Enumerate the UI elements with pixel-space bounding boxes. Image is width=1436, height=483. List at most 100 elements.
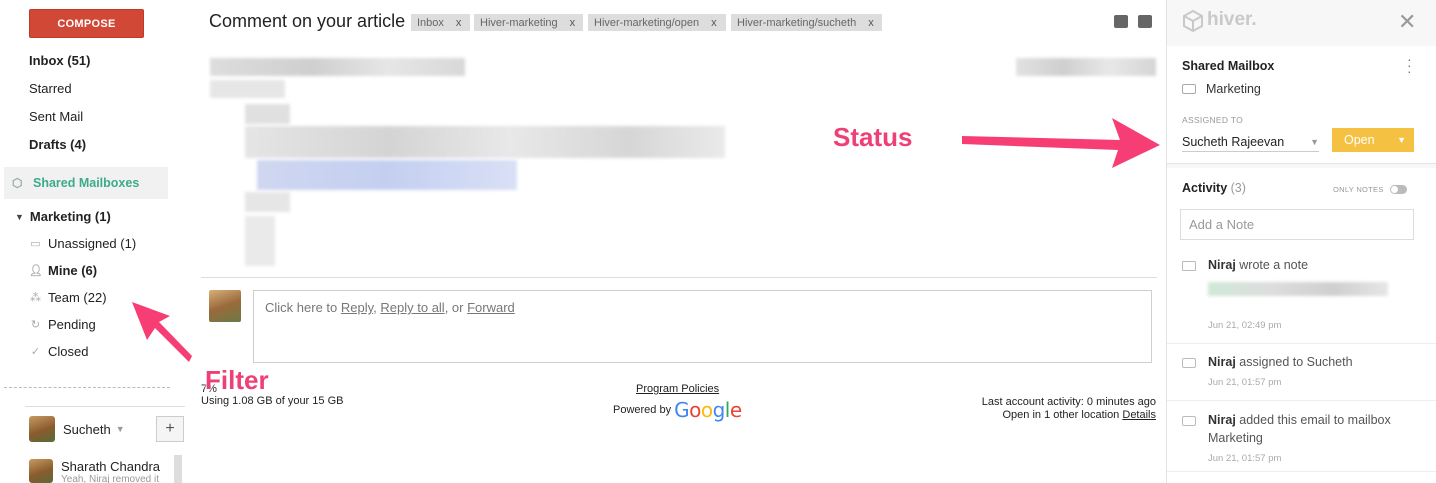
print-icon[interactable] <box>1114 15 1128 28</box>
activity-text: Niraj assigned to Sucheth <box>1208 353 1418 371</box>
chat-contact[interactable]: Sharath Chandra Yeah, Niraj removed it <box>29 459 160 483</box>
expand-triangle-icon[interactable]: ▼ <box>15 212 24 222</box>
reply-prompt: Click here to <box>265 300 341 315</box>
note-content-blurred <box>1208 282 1388 296</box>
shared-mailbox-card: Shared Mailbox · · · Marketing ASSIGNED TO… <box>1167 46 1436 164</box>
powered-by-text: Powered by <box>613 404 672 416</box>
label-chip-inbox[interactable]: Inbox x <box>411 14 470 31</box>
open-location-text: Open in 1 other location <box>1002 409 1120 421</box>
email-subject: Comment on your article <box>209 11 406 31</box>
powered-by-google: Powered by Google <box>613 398 742 422</box>
divider <box>4 387 170 388</box>
my-avatar <box>209 290 241 322</box>
assignee-name: Sucheth Rajeevan <box>1182 134 1285 149</box>
shared-mailbox-title: Shared Mailbox <box>1182 59 1275 73</box>
contact-name: Sharath Chandra <box>61 459 161 474</box>
activity-time: Jun 21, 01:57 pm <box>1208 377 1282 388</box>
forward-link[interactable]: Forward <box>467 300 515 315</box>
user-avatar <box>29 416 55 442</box>
activity-actor: Niraj <box>1208 413 1236 427</box>
hiver-header: hiver. ✕ <box>1167 0 1436 44</box>
activity-action: assigned to Sucheth <box>1235 355 1353 369</box>
remove-label-icon[interactable]: x <box>868 17 874 29</box>
status-label: Open <box>1344 133 1375 147</box>
label-chip-hiver-marketing-sucheth[interactable]: Hiver-marketing/sucheth x <box>731 14 882 31</box>
remove-label-icon[interactable]: x <box>570 17 576 29</box>
program-policies-link[interactable]: Program Policies <box>636 383 719 395</box>
left-navigation: COMPOSE Inbox (51) Starred Sent Mail Dra… <box>0 0 195 483</box>
new-chat-button[interactable]: + <box>156 416 184 442</box>
filter-closed[interactable]: ✓ Closed <box>29 344 89 359</box>
nav-drafts[interactable]: Drafts (4) <box>29 137 86 152</box>
filter-pending[interactable]: ↻ Pending <box>29 317 96 332</box>
label-chip-hiver-marketing[interactable]: Hiver-marketing x <box>474 14 583 31</box>
activity-count: (3) <box>1230 181 1246 195</box>
label-chip-hiver-marketing-open[interactable]: Hiver-marketing/open x <box>588 14 726 31</box>
activity-section: Activity (3) ONLY NOTES Add a Note Niraj… <box>1167 168 1436 483</box>
add-note-input[interactable]: Add a Note <box>1180 209 1414 240</box>
new-window-icon[interactable] <box>1138 15 1152 28</box>
status-dropdown[interactable]: Open ▼ <box>1332 128 1414 152</box>
google-logo: Google <box>674 398 742 422</box>
reply-box[interactable]: Click here to Reply, Reply to all, or Fo… <box>253 290 1152 363</box>
last-activity-text: Last account activity: 0 minutes ago <box>981 396 1156 408</box>
chevron-down-icon: ▼ <box>1397 135 1406 145</box>
only-notes-label: ONLY NOTES <box>1333 185 1384 194</box>
inbox-icon <box>1182 416 1196 426</box>
filter-pending-label: Pending <box>48 317 96 332</box>
activity-entry: Niraj wrote a note Jun 21, 02:49 pm <box>1167 248 1436 344</box>
toggle-switch[interactable] <box>1389 185 1407 194</box>
hiver-logo-text: hiver. <box>1207 9 1257 30</box>
filter-unassigned[interactable]: ▭ Unassigned (1) <box>29 236 136 251</box>
activity-time: Jun 21, 02:49 pm <box>1208 320 1282 331</box>
shared-mailboxes-header[interactable]: ⬡ Shared Mailboxes <box>4 167 168 199</box>
assigned-to-label: ASSIGNED TO <box>1182 115 1244 125</box>
activity-title: Activity (3) <box>1182 181 1246 195</box>
remove-label-icon[interactable]: x <box>711 17 717 29</box>
only-notes-toggle[interactable]: ONLY NOTES <box>1333 185 1407 194</box>
team-icon: ⁂ <box>30 292 41 304</box>
mailbox-marketing[interactable]: ▼ Marketing (1) <box>15 209 111 224</box>
contact-last-message: Yeah, Niraj removed it <box>61 474 160 483</box>
details-link[interactable]: Details <box>1122 409 1156 421</box>
more-options-icon[interactable]: · · · <box>1407 52 1412 78</box>
inbox-icon <box>1182 358 1196 368</box>
label-text: Inbox <box>417 16 444 29</box>
compose-button[interactable]: COMPOSE <box>29 9 144 38</box>
filter-mine[interactable]: 👤︎ Mine (6) <box>29 263 97 278</box>
contact-avatar <box>29 459 53 483</box>
activity-action: wrote a note <box>1235 258 1309 272</box>
reply-link[interactable]: Reply <box>341 300 373 315</box>
nav-sent-mail[interactable]: Sent Mail <box>29 109 83 124</box>
inbox-icon: ▭ <box>30 238 41 250</box>
activity-text: Niraj added this email to mailbox Market… <box>1208 411 1418 447</box>
filter-team[interactable]: ⁂ Team (22) <box>29 290 107 305</box>
hiver-logo-icon <box>1183 10 1203 32</box>
shared-mailboxes-label: Shared Mailboxes <box>33 176 140 190</box>
nav-starred[interactable]: Starred <box>29 81 72 96</box>
reply-all-link[interactable]: Reply to all <box>380 300 444 315</box>
filter-unassigned-label: Unassigned (1) <box>48 236 137 251</box>
or-text: , or <box>444 300 468 315</box>
close-icon[interactable]: ✕ <box>1398 9 1416 35</box>
person-icon: 👤︎ <box>29 265 43 277</box>
label-text: Hiver-marketing/open <box>594 16 700 29</box>
status-annotation: Status <box>833 122 913 152</box>
assignee-dropdown[interactable]: Sucheth Rajeevan ▼ <box>1182 132 1319 152</box>
activity-text: Niraj wrote a note <box>1208 256 1418 274</box>
activity-entry: Niraj added this email to mailbox Market… <box>1167 402 1436 472</box>
activity-actor: Niraj <box>1208 355 1236 369</box>
note-icon <box>1182 261 1196 271</box>
mailbox-name-text: Marketing <box>1206 82 1261 96</box>
activity-action: added this email to mailbox Marketing <box>1208 413 1391 445</box>
filter-closed-label: Closed <box>48 344 89 359</box>
hiver-sidebar: hiver. ✕ Shared Mailbox · · · Marketing AS… <box>1166 0 1436 483</box>
user-status-dropdown[interactable]: Sucheth ▼ <box>29 416 125 442</box>
activity-actor: Niraj <box>1208 258 1236 272</box>
status-arrow <box>962 118 1160 168</box>
nav-inbox[interactable]: Inbox (51) <box>29 53 90 68</box>
activity-time: Jun 21, 01:57 pm <box>1208 453 1282 464</box>
chat-panel: Sucheth ▼ + Sharath Chandra Yeah, Niraj … <box>25 406 185 483</box>
remove-label-icon[interactable]: x <box>456 17 462 29</box>
chat-scrollbar[interactable] <box>174 455 182 483</box>
